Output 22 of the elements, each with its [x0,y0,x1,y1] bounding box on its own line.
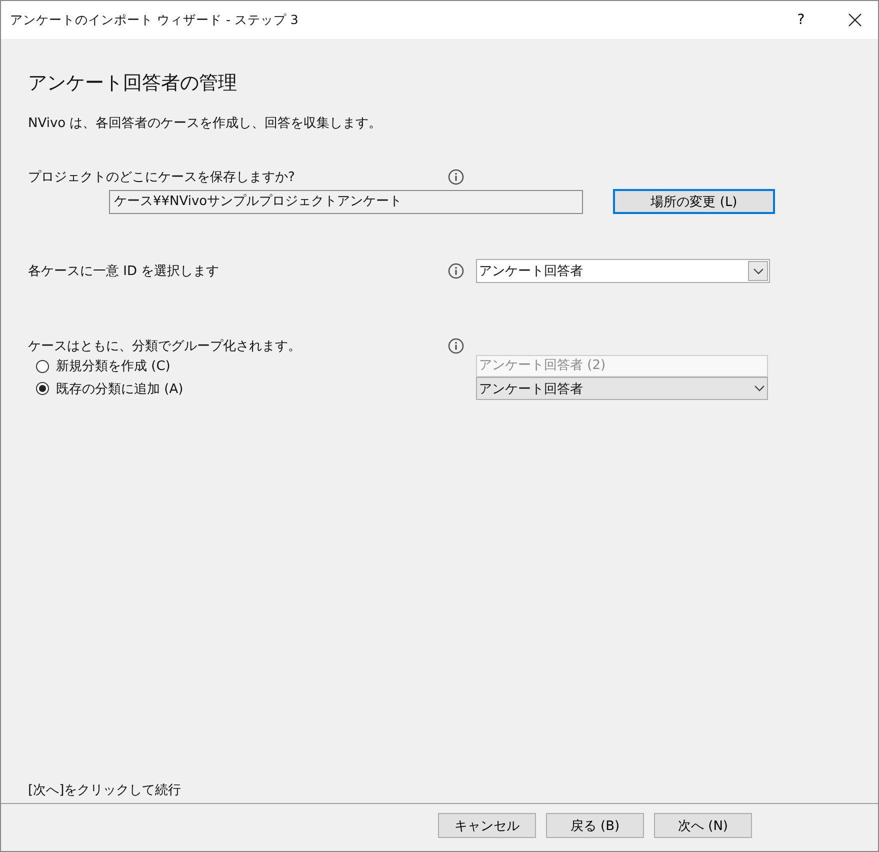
dialog-button[interactable]: キャンセル [438,813,536,838]
chevron-icon [752,268,764,274]
description-text: NVivo は、各回答者のケースを作成し、回答を収集します。 [28,115,383,132]
window-title: アンケートのインポート ウィザード - ステップ 3 [10,12,298,28]
info-icon [448,338,464,354]
radio-option[interactable]: 既存の分類に追加 (A) [36,380,184,398]
unique-id-dropdown[interactable]: アンケート回答者 [476,259,770,283]
info-icon [448,263,464,279]
page-heading: アンケート回答者の管理 [28,71,238,96]
section-label: ケースはともに、分類でグループ化されます。 [28,338,302,355]
field-label: プロジェクトのどこにケースを保存しますか? [28,169,296,186]
location-field[interactable]: ケース¥¥NVivoサンプルプロジェクトアンケート [109,190,583,214]
help-button[interactable]: ? [778,1,824,39]
hint-text: [次へ]をクリックして続行 [28,782,182,799]
close-icon [848,13,862,27]
dialog-button[interactable]: 戻る (B) [546,813,644,838]
classification-dropdown[interactable]: アンケート回答者 [476,377,768,400]
chevron-icon [754,385,765,392]
change-location-button[interactable]: 場所の変更 (L) [613,189,775,214]
dialog-button[interactable]: 次へ (N) [654,813,752,838]
field-label: 各ケースに一意 ID を選択します [28,263,220,280]
info-icon [448,169,464,185]
